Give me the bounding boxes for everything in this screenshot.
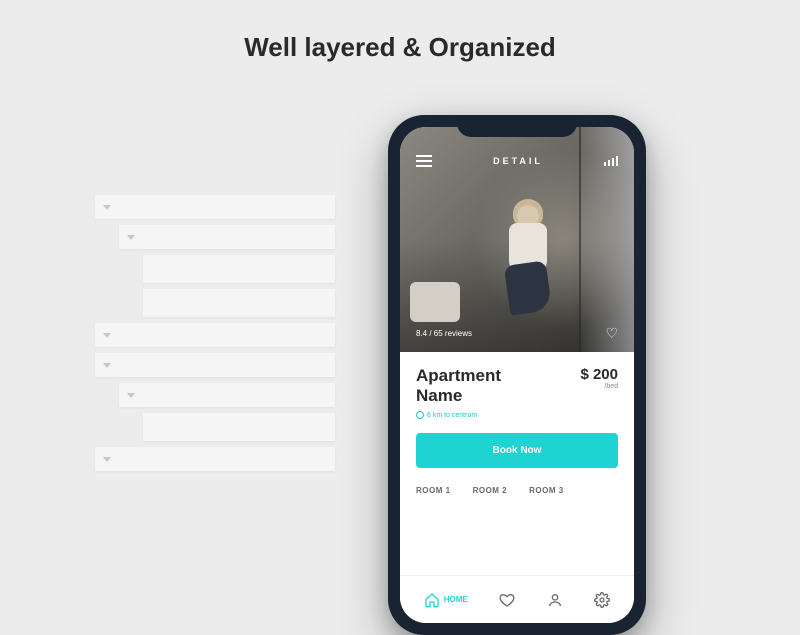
listing-content: Apartment Name $ 200 /bed 6 km to centru…	[400, 352, 634, 495]
layers-panel	[95, 195, 335, 477]
home-icon	[424, 592, 440, 608]
layer-row[interactable]	[143, 289, 335, 317]
tab-favorites[interactable]	[499, 592, 515, 608]
book-now-button[interactable]: Book Now	[416, 433, 618, 468]
room-tab[interactable]: ROOM 3	[529, 486, 564, 495]
favorite-icon[interactable]: ♡	[605, 325, 618, 342]
layer-row[interactable]	[95, 353, 335, 377]
layer-row[interactable]	[95, 323, 335, 347]
screen-title: DETAIL	[493, 156, 543, 166]
tab-home-label: HOME	[444, 595, 468, 604]
price-unit: /bed	[580, 383, 618, 390]
layer-row[interactable]	[119, 383, 335, 407]
bottom-tabbar: HOME	[400, 575, 634, 623]
room-tab[interactable]: ROOM 2	[473, 486, 508, 495]
phone-mockup: DETAIL 8.4 / 65 reviews ♡ Apartment Name…	[388, 115, 646, 635]
layer-row[interactable]	[95, 447, 335, 471]
apartment-name: Apartment Name	[416, 366, 501, 405]
menu-icon[interactable]	[416, 155, 432, 167]
tab-home[interactable]: HOME	[424, 592, 468, 608]
signal-icon	[604, 156, 618, 166]
distance-label: 6 km to centrum	[416, 411, 618, 419]
price-value: $ 200	[580, 366, 618, 383]
layer-row[interactable]	[143, 255, 335, 283]
user-icon	[547, 592, 563, 608]
tab-profile[interactable]	[547, 592, 563, 608]
price: $ 200 /bed	[580, 366, 618, 390]
gear-icon	[594, 592, 610, 608]
layer-row[interactable]	[119, 225, 335, 249]
location-icon	[416, 411, 424, 419]
tab-settings[interactable]	[594, 592, 610, 608]
layer-row[interactable]	[143, 413, 335, 441]
phone-notch	[457, 115, 577, 137]
page-heading: Well layered & Organized	[0, 0, 800, 63]
rooms-tabs: ROOM 1 ROOM 2 ROOM 3	[416, 486, 618, 495]
heart-icon	[499, 592, 515, 608]
rating-reviews: 8.4 / 65 reviews	[416, 329, 472, 338]
room-tab[interactable]: ROOM 1	[416, 486, 451, 495]
layer-row[interactable]	[95, 195, 335, 219]
hero-image: DETAIL 8.4 / 65 reviews ♡	[400, 127, 634, 352]
phone-screen: DETAIL 8.4 / 65 reviews ♡ Apartment Name…	[400, 127, 634, 623]
